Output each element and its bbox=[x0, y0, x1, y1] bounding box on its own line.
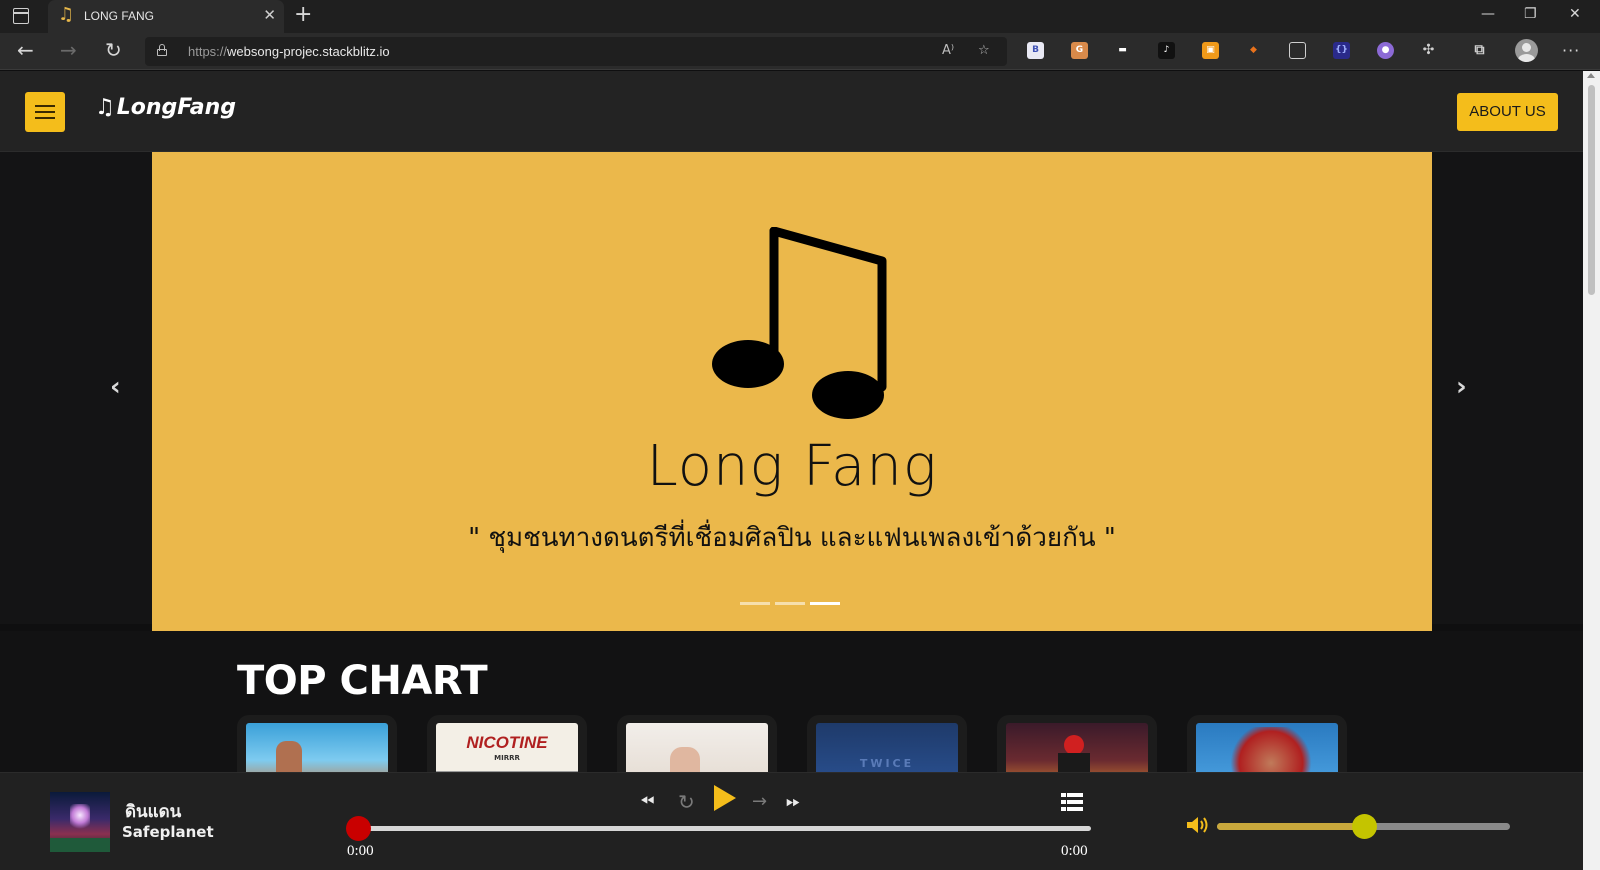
about-us-button[interactable]: ABOUT US bbox=[1457, 93, 1558, 131]
play-icon[interactable] bbox=[714, 785, 736, 811]
volume-thumb[interactable] bbox=[1351, 814, 1377, 839]
hero-carousel: Long Fang " ชุมชนทางดนตรีที่เชื่อมศิลปิน… bbox=[0, 152, 1583, 632]
carousel-indicator[interactable] bbox=[775, 602, 805, 605]
hero-subtitle: " ชุมชนทางดนตรีที่เชื่อมศิลปิน และแฟนเพล… bbox=[468, 523, 1116, 553]
minimize-button[interactable]: — bbox=[1481, 6, 1495, 22]
profile-avatar-icon[interactable] bbox=[1515, 39, 1538, 62]
back-arrow-icon[interactable]: ← bbox=[17, 39, 34, 61]
read-aloud-icon[interactable]: A⁾ bbox=[942, 43, 954, 58]
card-title: NICOTINE bbox=[466, 733, 548, 752]
repeat-icon[interactable]: ↻ bbox=[678, 791, 695, 813]
page-scrollbar[interactable] bbox=[1583, 71, 1600, 870]
carousel-next-button[interactable]: › bbox=[1456, 374, 1467, 400]
site-navbar: ♫LongFang ABOUT US bbox=[0, 71, 1583, 152]
audio-player-bar: ดินแดน Safeplanet ⏪︎ ↻ → ⏩︎ 0:00 0:00 bbox=[0, 772, 1583, 870]
card-subtitle: MIRRR bbox=[494, 754, 520, 762]
fast-forward-icon[interactable]: ⏩︎ bbox=[786, 791, 800, 813]
new-tab-button[interactable]: + bbox=[294, 4, 312, 26]
lock-icon[interactable] bbox=[157, 44, 167, 56]
volume-fill bbox=[1217, 823, 1364, 830]
rewind-icon[interactable]: ⏪︎ bbox=[640, 791, 654, 813]
current-time: 0:00 bbox=[347, 843, 374, 859]
address-bar[interactable]: https://websong-projec.stackblitz.io A⁾ … bbox=[145, 37, 1007, 66]
progress-thumb[interactable] bbox=[346, 816, 371, 841]
metamask-fox-icon[interactable]: ◆ bbox=[1245, 42, 1262, 59]
scroll-up-icon[interactable] bbox=[1587, 73, 1595, 78]
more-options-icon[interactable]: ··· bbox=[1562, 41, 1580, 60]
carousel-prev-button[interactable]: ‹ bbox=[110, 374, 121, 400]
favorite-star-icon[interactable]: ☆ bbox=[978, 43, 990, 58]
url-scheme: https:// bbox=[188, 44, 228, 59]
top-chart-heading: TOP CHART bbox=[237, 658, 488, 704]
song-artist: Safeplanet bbox=[122, 823, 214, 841]
forward-arrow-icon[interactable]: → bbox=[60, 39, 77, 61]
hamburger-menu-button[interactable] bbox=[25, 92, 65, 132]
url-host: websong-projec.stackblitz.io bbox=[227, 44, 390, 59]
carousel-indicators bbox=[740, 602, 844, 606]
extension-brackets-icon[interactable]: {} bbox=[1333, 42, 1350, 59]
music-note-icon: ♫ bbox=[95, 95, 115, 120]
extension-purple-icon[interactable]: ● bbox=[1377, 42, 1394, 59]
extension-translate-icon[interactable]: G bbox=[1071, 42, 1088, 59]
music-note-icon bbox=[712, 227, 887, 419]
progress-bar[interactable] bbox=[346, 816, 1091, 841]
card-title: TWICE bbox=[859, 757, 915, 770]
tab-title: LONG FANG bbox=[84, 9, 155, 23]
url-text[interactable]: https://websong-projec.stackblitz.io bbox=[188, 44, 390, 59]
restore-button[interactable]: ❐ bbox=[1524, 6, 1537, 22]
hero-title: Long Fang bbox=[646, 434, 938, 499]
carousel-slide: Long Fang " ชุมชนทางดนตรีที่เชื่อมศิลปิน… bbox=[152, 152, 1432, 632]
browser-tab[interactable]: ♫ LONG FANG ✕ bbox=[48, 0, 284, 33]
volume-icon[interactable] bbox=[1185, 814, 1211, 836]
tab-close-icon[interactable]: ✕ bbox=[263, 7, 276, 23]
brand-name: LongFang bbox=[116, 95, 237, 120]
browser-tab-bar: ♫ LONG FANG ✕ + — ❐ ✕ bbox=[0, 0, 1600, 33]
brand-logo[interactable]: ♫LongFang bbox=[95, 95, 236, 120]
music-note-icon: ♫ bbox=[58, 4, 75, 25]
carousel-indicator[interactable] bbox=[740, 602, 770, 605]
window-close-button[interactable]: ✕ bbox=[1569, 6, 1581, 22]
duration-time: 0:00 bbox=[1061, 843, 1088, 859]
extensions-puzzle-icon[interactable]: ✣ bbox=[1420, 42, 1437, 59]
page-viewport: ♫LongFang ABOUT US Long Fang " ชุมชนทางด… bbox=[0, 71, 1600, 870]
scroll-thumb[interactable] bbox=[1588, 85, 1595, 295]
shuffle-icon[interactable]: → bbox=[752, 791, 767, 813]
tab-actions-icon[interactable] bbox=[13, 8, 29, 24]
refresh-icon[interactable]: ↻ bbox=[105, 39, 122, 61]
tiktok-icon[interactable]: ♪ bbox=[1158, 42, 1175, 59]
song-title: ดินแดน bbox=[125, 802, 182, 822]
carousel-indicator[interactable] bbox=[810, 602, 840, 605]
browser-toolbar: ← → ↻ https://websong-projec.stackblitz.… bbox=[0, 33, 1600, 70]
extension-b-icon[interactable]: B bbox=[1027, 42, 1044, 59]
extension-cast-icon[interactable]: ▬ bbox=[1114, 42, 1131, 59]
volume-slider[interactable] bbox=[1217, 814, 1510, 839]
playlist-icon[interactable] bbox=[1061, 793, 1083, 811]
extension-orange-icon[interactable]: ▣ bbox=[1202, 42, 1219, 59]
extension-square-icon[interactable] bbox=[1289, 42, 1306, 59]
album-cover bbox=[50, 792, 110, 852]
collections-icon[interactable]: ⧉ bbox=[1471, 42, 1488, 59]
